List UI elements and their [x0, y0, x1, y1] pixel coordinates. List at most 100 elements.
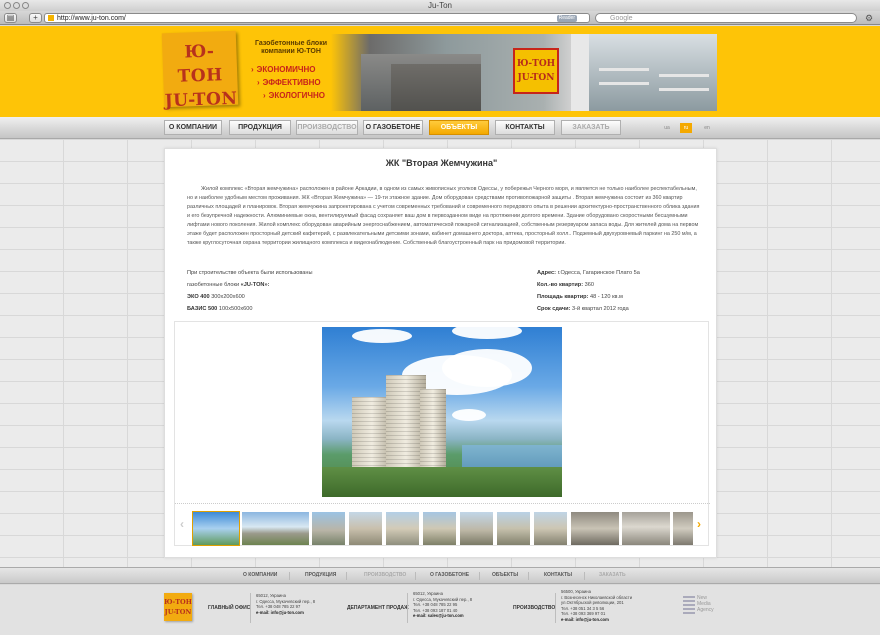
email-line[interactable]: e-mail: info@ju-ton.com	[256, 610, 315, 616]
cloud	[452, 409, 486, 421]
footer-nav-separator	[479, 572, 480, 580]
lang-ua[interactable]: ua	[661, 123, 673, 133]
email-line[interactable]: e-mail: sales@ju-ton.com	[413, 613, 472, 619]
spec-value: 48 - 120 кв.м	[588, 294, 623, 300]
minimize-window-icon[interactable]	[13, 2, 20, 9]
agency-name-line: Agency	[697, 607, 714, 613]
footer-nav-about[interactable]: О КОМПАНИИ	[243, 572, 277, 578]
cloud	[442, 349, 532, 387]
nav-production[interactable]: ПРОИЗВОДСТВО	[296, 120, 358, 135]
gallery-thumb[interactable]	[673, 512, 693, 545]
gallery-thumb[interactable]	[386, 512, 419, 545]
site-footer: Ю-ТОН JU-TON ГЛАВНЫЙ ОФИС 65012, Украина…	[0, 585, 880, 635]
nav-about[interactable]: О КОМПАНИИ	[164, 120, 222, 135]
footer-nav-aerated-concrete[interactable]: О ГАЗОБЕТОНЕ	[430, 572, 469, 578]
ground	[322, 467, 562, 497]
block-size: 100x500x600	[217, 306, 253, 312]
blocks-intro-prefix: газобетонные блоки	[187, 282, 241, 288]
new-tab-icon[interactable]: +	[29, 13, 42, 23]
spec-label: Площадь квартир:	[537, 294, 589, 300]
email-line[interactable]: e-mail: info@ju-ton.com	[561, 617, 632, 623]
cloud	[452, 327, 522, 339]
spec-label: Адрес:	[537, 270, 557, 276]
footer-nav-objects[interactable]: ОБЪЕКТЫ	[492, 572, 518, 578]
footer-divider	[407, 593, 408, 623]
footer-divider	[555, 593, 556, 623]
zoom-window-icon[interactable]	[22, 2, 29, 9]
sidebar-toggle-icon[interactable]: ▤	[4, 13, 17, 23]
sales-title: ДЕПАРТАМЕНТ ПРОДАЖ	[347, 605, 409, 611]
object-specs: Адрес: г.Одесса, Гагаринское Плато 5а Ко…	[537, 267, 707, 315]
next-arrow-icon[interactable]: ›	[697, 517, 701, 531]
lang-en[interactable]: en	[701, 123, 713, 133]
nav-aerated-concrete[interactable]: О ГАЗОБЕТОНЕ	[363, 120, 423, 135]
nav-products[interactable]: ПРОДУКЦИЯ	[229, 120, 291, 135]
spec-area: Площадь квартир: 48 - 120 кв.м	[537, 291, 707, 303]
address-line: ул.Октябрьской революции, 201	[561, 600, 624, 606]
prev-arrow-icon[interactable]: ‹	[180, 517, 184, 531]
footer-nav-contacts[interactable]: КОНТАКТЫ	[544, 572, 572, 578]
nav-objects[interactable]: ОБЪЕКТЫ	[429, 120, 489, 135]
nav-order[interactable]: ЗАКАЗАТЬ	[561, 120, 621, 135]
reader-button[interactable]: Reader	[556, 15, 577, 22]
block-size: 300x200x600	[209, 294, 245, 300]
agency-mark-icon	[683, 596, 695, 616]
gallery-thumb[interactable]	[423, 512, 456, 545]
site-logo[interactable]: Ю-ТОН JU-TON	[161, 30, 239, 111]
page-title: ЖК "Вторая Жемчужина"	[385, 158, 498, 168]
gallery-thumb[interactable]	[192, 511, 240, 546]
gallery-thumb[interactable]	[534, 512, 567, 545]
block-name: БАЗИС 500	[187, 306, 218, 312]
gallery-thumb[interactable]	[497, 512, 530, 545]
lang-ru[interactable]: ru	[680, 123, 692, 133]
search-input[interactable]: Google	[595, 13, 857, 23]
banner-sign-line-latin: JU-TON	[517, 73, 555, 83]
logo-line-cyrillic: Ю-ТОН	[177, 41, 224, 87]
footer-logo-line-cyrillic: Ю-ТОН	[164, 598, 192, 606]
bullet-text: ЭФФЕКТИВНО	[262, 78, 321, 87]
address-bar[interactable]: http://www.ju-ton.com/ Reader	[44, 13, 590, 23]
block-eco-400: ЭКО 400 300x200x600	[187, 291, 387, 303]
gallery-thumb[interactable]	[312, 512, 345, 545]
photo-gallery: ‹ ›	[174, 321, 710, 546]
office-title: ГЛАВНЫЙ ОФИС	[208, 605, 251, 611]
shelf	[599, 68, 649, 71]
production-address: 56500, Украина г. Вознесенск Николаевско…	[561, 589, 632, 623]
spec-label: Кол.-во квартир:	[537, 282, 584, 288]
blocks-intro-brand-line: газобетонные блоки «JU-TON»:	[187, 279, 387, 291]
nav-contacts[interactable]: КОНТАКТЫ	[495, 120, 555, 135]
banner-sign-line-cyrillic: Ю-ТОН	[516, 59, 556, 69]
browser-toolbar: ▤ + http://www.ju-ton.com/ Reader Google…	[0, 11, 880, 25]
office-address: 65012, Украина г. Одесса, Мукачевский пе…	[256, 593, 315, 615]
gallery-main-photo[interactable]	[322, 327, 562, 497]
object-description: Жилой комплекс «Вторая жемчужина» распол…	[187, 186, 700, 246]
footer-nav-separator	[584, 572, 585, 580]
gallery-thumb[interactable]	[242, 512, 309, 545]
bullet-economical: › ЭКОНОМИЧНО	[251, 65, 316, 74]
bullet-effective: › ЭФФЕКТИВНО	[257, 78, 321, 87]
gallery-thumb[interactable]	[349, 512, 382, 545]
header-banner-photo: Ю-ТОН JU-TON	[331, 34, 717, 111]
gear-icon[interactable]: ⚙	[864, 13, 874, 23]
url-text: http://www.ju-ton.com/	[57, 15, 126, 22]
gallery-thumb[interactable]	[460, 512, 493, 545]
footer-nav-production[interactable]: ПРОИЗВОДСТВО	[364, 572, 406, 578]
main-navigation: О КОМПАНИИ ПРОДУКЦИЯ ПРОИЗВОДСТВО О ГАЗО…	[0, 117, 880, 139]
footer-nav-separator	[528, 572, 529, 580]
agency-logo[interactable]: New Media Agency	[683, 594, 723, 620]
blocks-intro-line: При строительстве объекта были использов…	[187, 270, 313, 276]
building-tower	[420, 389, 446, 475]
blocks-used-info: При строительстве объекта были использов…	[187, 267, 387, 315]
window-titlebar: Ju-Ton	[0, 0, 880, 11]
footer-logo[interactable]: Ю-ТОН JU-TON	[164, 593, 192, 621]
factory-machinery	[391, 64, 481, 111]
footer-nav-products[interactable]: ПРОДУКЦИЯ	[305, 572, 336, 578]
gallery-thumb[interactable]	[571, 512, 619, 545]
gallery-thumb[interactable]	[622, 512, 670, 545]
header-slogan: Газобетонные блоки компании Ю-ТОН	[254, 40, 328, 55]
arrow-icon: ›	[257, 78, 260, 87]
close-window-icon[interactable]	[4, 2, 11, 9]
shelf	[659, 74, 709, 77]
footer-nav-order[interactable]: ЗАКАЗАТЬ	[599, 572, 626, 578]
bullet-ecological: › ЭКОЛОГИЧНО	[263, 91, 325, 100]
